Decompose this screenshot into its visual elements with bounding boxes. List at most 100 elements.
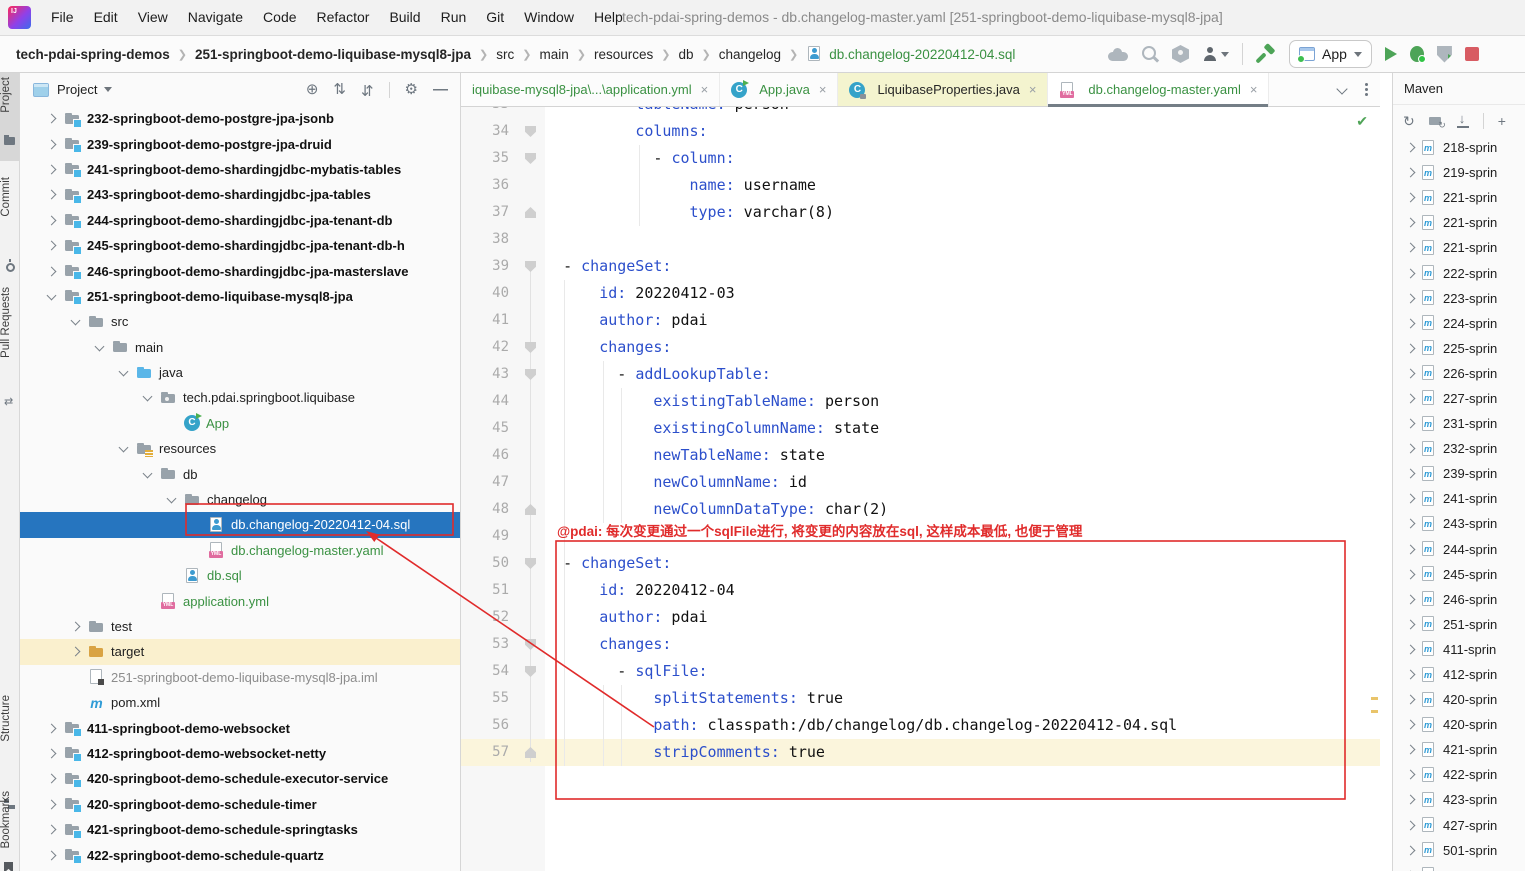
chevron-collapsed-icon[interactable]	[1403, 266, 1416, 281]
chevron-collapsed-icon[interactable]	[44, 746, 59, 761]
project-tree-item[interactable]: db.changelog-20220412-04.sql	[20, 512, 460, 538]
menu-file[interactable]: File	[41, 9, 84, 25]
chevron-collapsed-icon[interactable]	[1403, 165, 1416, 180]
maven-item[interactable]: m 219-sprin	[1393, 160, 1525, 185]
chevron-collapsed-icon[interactable]	[1403, 767, 1416, 782]
maven-item[interactable]: m 411-sprin	[1393, 637, 1525, 662]
editor-tab[interactable]: YML db.changelog-master.yaml ×	[1048, 73, 1270, 107]
maven-item[interactable]: m 422-sprin	[1393, 762, 1525, 787]
menu-view[interactable]: View	[128, 9, 178, 25]
project-tree-item[interactable]: 412-springboot-demo-websocket-netty	[20, 741, 460, 766]
maven-item[interactable]: m 227-sprin	[1393, 386, 1525, 411]
breadcrumb-item[interactable]: 251-springboot-demo-liquibase-mysql8-jpa	[195, 47, 471, 62]
debug-button[interactable]	[1409, 46, 1426, 63]
chevron-collapsed-icon[interactable]	[44, 213, 59, 228]
run-config-select[interactable]: App	[1289, 40, 1372, 68]
chevron-collapsed-icon[interactable]	[44, 187, 59, 202]
chevron-collapsed-icon[interactable]	[1403, 642, 1416, 657]
settings-gear-icon[interactable]: ⚙	[405, 82, 418, 97]
chevron-collapsed-icon[interactable]	[1403, 190, 1416, 205]
project-tree-item[interactable]: 411-springboot-demo-websocket	[20, 715, 460, 740]
project-tree-item[interactable]: test	[20, 614, 460, 639]
project-tree-item[interactable]: java	[20, 360, 460, 385]
maven-item[interactable]: m 222-sprin	[1393, 260, 1525, 285]
project-tree-item[interactable]: src	[20, 309, 460, 334]
chevron-expanded-icon[interactable]	[92, 340, 107, 355]
more-options-icon[interactable]	[1365, 88, 1368, 91]
chevron-collapsed-icon[interactable]	[1403, 240, 1416, 255]
menu-refactor[interactable]: Refactor	[307, 9, 380, 25]
chevron-collapsed-icon[interactable]	[44, 162, 59, 177]
chevron-collapsed-icon[interactable]	[1403, 466, 1416, 481]
hidden-tabs-icon[interactable]	[1335, 83, 1349, 97]
breadcrumb-item[interactable]: src	[496, 47, 514, 62]
build-hammer-icon[interactable]	[1256, 44, 1276, 64]
chevron-collapsed-icon[interactable]	[1403, 567, 1416, 582]
menu-navigate[interactable]: Navigate	[178, 9, 253, 25]
project-tree-item[interactable]: main	[20, 335, 460, 360]
stripe-item-structure[interactable]: Structure	[0, 695, 19, 742]
project-tree-item[interactable]: 243-springboot-demo-shardingjdbc-jpa-tab…	[20, 182, 460, 207]
chevron-collapsed-icon[interactable]	[1403, 667, 1416, 682]
project-tree-item[interactable]: 239-springboot-demo-postgre-jpa-druid	[20, 131, 460, 156]
project-tree-item[interactable]: 251-springboot-demo-liquibase-mysql8-jpa…	[20, 665, 460, 690]
chevron-collapsed-icon[interactable]	[1403, 391, 1416, 406]
chevron-collapsed-icon[interactable]	[44, 264, 59, 279]
chevron-collapsed-icon[interactable]	[1403, 416, 1416, 431]
collapse-all-icon[interactable]: ⇅	[361, 81, 374, 98]
maven-item[interactable]: m 246-sprin	[1393, 587, 1525, 612]
menu-build[interactable]: Build	[379, 9, 430, 25]
maven-item[interactable]: m 225-sprin	[1393, 336, 1525, 361]
chevron-collapsed-icon[interactable]	[1403, 692, 1416, 707]
project-panel-title[interactable]: Project	[57, 82, 97, 97]
chevron-collapsed-icon[interactable]	[1403, 818, 1416, 833]
coverage-button[interactable]	[1436, 45, 1452, 63]
editor-tab[interactable]: C LiquibaseProperties.java ×	[838, 73, 1049, 106]
maven-item[interactable]: m 420-sprin	[1393, 687, 1525, 712]
breadcrumb-file[interactable]: db.changelog-20220412-04.sql	[806, 46, 1015, 62]
run-button[interactable]	[1384, 47, 1397, 61]
menu-edit[interactable]: Edit	[84, 9, 128, 25]
maven-item[interactable]: m 221-sprin	[1393, 185, 1525, 210]
chevron-collapsed-icon[interactable]	[1403, 366, 1416, 381]
stripe-item-commit[interactable]: Commit	[0, 177, 19, 217]
project-tree-item[interactable]: resources	[20, 436, 460, 461]
breadcrumb-item[interactable]: db	[678, 47, 693, 62]
chevron-collapsed-icon[interactable]	[1403, 617, 1416, 632]
chevron-collapsed-icon[interactable]	[1403, 742, 1416, 757]
chevron-collapsed-icon[interactable]	[1403, 592, 1416, 607]
menu-git[interactable]: Git	[476, 9, 514, 25]
expand-all-icon[interactable]: ⇅	[333, 82, 346, 97]
chevron-collapsed-icon[interactable]	[1403, 516, 1416, 531]
chevron-collapsed-icon[interactable]	[1403, 441, 1416, 456]
maven-item[interactable]: m	[1393, 863, 1525, 871]
project-tree-item[interactable]: C App	[20, 411, 460, 436]
reload-maven-icon[interactable]: ↻	[1403, 114, 1415, 128]
maven-item[interactable]: m 232-sprin	[1393, 436, 1525, 461]
maven-item[interactable]: m 241-sprin	[1393, 486, 1525, 511]
close-tab-icon[interactable]: ×	[1029, 82, 1037, 97]
chevron-collapsed-icon[interactable]	[1403, 291, 1416, 306]
maven-item[interactable]: m 226-sprin	[1393, 361, 1525, 386]
maven-item[interactable]: m 231-sprin	[1393, 411, 1525, 436]
chevron-collapsed-icon[interactable]	[44, 721, 59, 736]
code-with-me-icon[interactable]	[1172, 45, 1189, 63]
project-tree-item[interactable]: target	[20, 639, 460, 665]
stripe-item-project[interactable]: Project	[0, 77, 19, 113]
chevron-collapsed-icon[interactable]	[44, 848, 59, 863]
breadcrumb-item[interactable]: main	[539, 47, 568, 62]
chevron-expanded-icon[interactable]	[140, 467, 155, 482]
profile-button[interactable]	[1202, 46, 1229, 62]
maven-item[interactable]: m 251-sprin	[1393, 612, 1525, 637]
chevron-collapsed-icon[interactable]	[1403, 717, 1416, 732]
project-tree-item[interactable]: 420-springboot-demo-schedule-executor-se…	[20, 766, 460, 791]
maven-item[interactable]: m 245-sprin	[1393, 562, 1525, 587]
chevron-expanded-icon[interactable]	[44, 289, 59, 304]
project-tree-item[interactable]: 241-springboot-demo-shardingjdbc-mybatis…	[20, 157, 460, 182]
project-tree-item[interactable]: 420-springboot-demo-schedule-timer	[20, 792, 460, 817]
chevron-collapsed-icon[interactable]	[1403, 316, 1416, 331]
maven-item[interactable]: m 221-sprin	[1393, 235, 1525, 260]
chevron-collapsed-icon[interactable]	[44, 797, 59, 812]
chevron-expanded-icon[interactable]	[164, 492, 179, 507]
close-tab-icon[interactable]: ×	[819, 82, 827, 97]
